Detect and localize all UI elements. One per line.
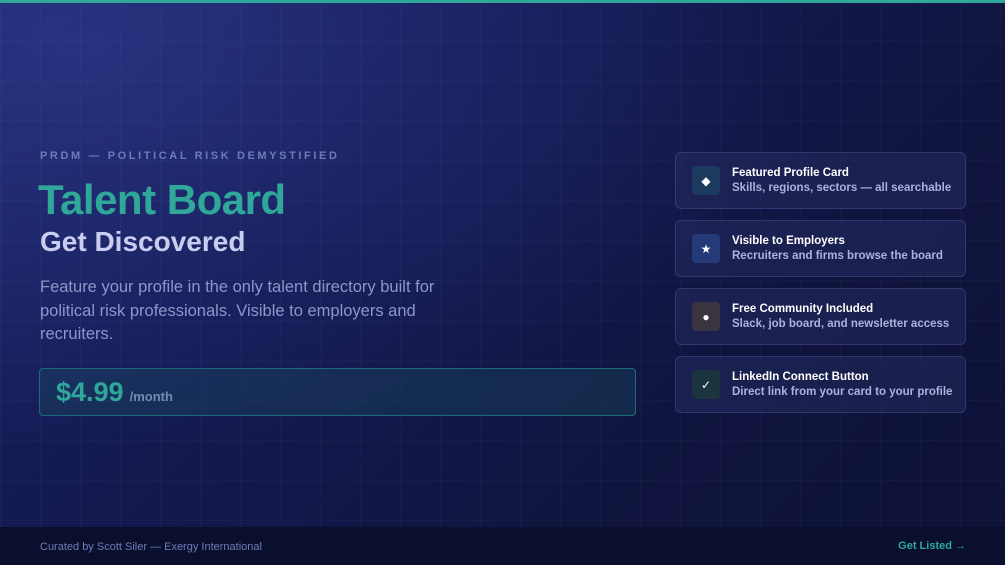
check-icon: ✓ [692, 370, 720, 399]
dot-icon: ● [692, 302, 720, 331]
get-listed-link[interactable]: Get Listed → [898, 540, 966, 552]
feature-description: Recruiters and firms browse the board [732, 250, 943, 262]
feature-description: Skills, regions, sectors — all searchabl… [732, 182, 952, 194]
feature-card-employers: ★ Visible to Employers Recruiters and fi… [675, 220, 966, 277]
eyebrow-label: PRDM — POLITICAL RISK DEMYSTIFIED [40, 150, 340, 162]
feature-title: Featured Profile Card [732, 167, 849, 179]
price-amount: $4.99 [56, 377, 124, 407]
feature-card-profile: ◆ Featured Profile Card Skills, regions,… [675, 152, 966, 209]
top-accent-bar [0, 0, 1005, 3]
page-description: Feature your profile in the only talent … [40, 278, 435, 343]
feature-title: Visible to Employers [732, 235, 845, 247]
feature-card-community: ● Free Community Included Slack, job boa… [675, 288, 966, 345]
feature-title: Free Community Included [732, 303, 874, 315]
feature-title: LinkedIn Connect Button [732, 371, 869, 383]
price-box: $4.99 /month [39, 368, 636, 416]
page-subtitle: Get Discovered [40, 226, 246, 257]
star-icon: ★ [692, 234, 720, 263]
page-title: Talent Board [38, 176, 286, 223]
diamond-icon: ◆ [692, 166, 720, 195]
price-period: /month [129, 389, 173, 404]
feature-card-linkedin: ✓ LinkedIn Connect Button Direct link fr… [675, 356, 966, 413]
footer: Curated by Scott Siler — Exergy Internat… [0, 527, 1005, 565]
footer-credit: Curated by Scott Siler — Exergy Internat… [40, 541, 262, 553]
feature-description: Direct link from your card to your profi… [732, 386, 953, 398]
feature-list: ◆ Featured Profile Card Skills, regions,… [675, 152, 966, 424]
feature-description: Slack, job board, and newsletter access [732, 318, 950, 330]
